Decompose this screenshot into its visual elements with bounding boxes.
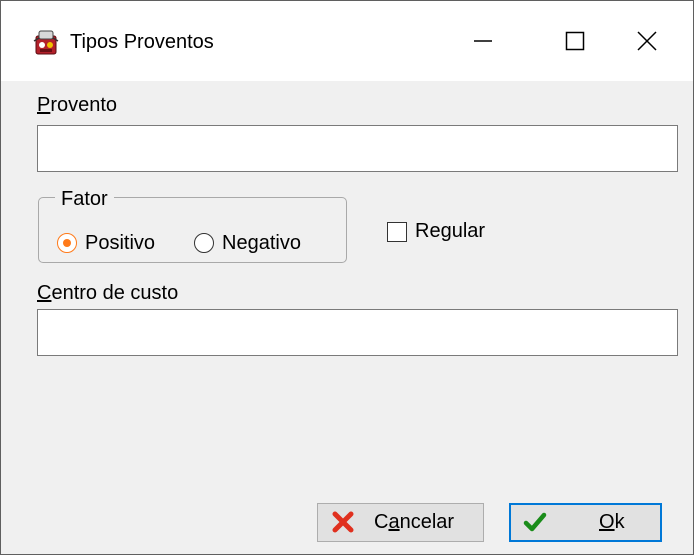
radio-positivo-button[interactable] bbox=[57, 233, 77, 253]
provento-input[interactable] bbox=[37, 125, 678, 172]
ok-button[interactable]: Ok bbox=[509, 503, 662, 542]
ok-label-b: k bbox=[614, 511, 625, 533]
centro-de-custo-label-text: entro de custo bbox=[51, 282, 179, 304]
ok-accesskey: O bbox=[599, 511, 615, 533]
dialog-window: Tipos Proventos Provento Fator Positivo … bbox=[0, 0, 694, 555]
provento-label-accesskey: P bbox=[37, 94, 51, 116]
check-icon bbox=[523, 512, 547, 532]
provento-label-text: rovento bbox=[50, 94, 118, 116]
radio-negativo-text-a: Ne bbox=[222, 232, 248, 254]
cancel-label-b: ncelar bbox=[399, 511, 455, 533]
cancel-button[interactable]: Cancelar bbox=[317, 503, 484, 542]
centro-de-custo-accesskey: C bbox=[37, 282, 52, 304]
x-icon bbox=[332, 511, 354, 533]
radio-negativo-text-b: ativo bbox=[258, 232, 301, 254]
radio-positivo-text: Positivo bbox=[85, 232, 156, 254]
radio-negativo-button[interactable] bbox=[194, 233, 214, 253]
close-icon bbox=[637, 31, 657, 51]
radio-negativo-accesskey: g bbox=[247, 232, 259, 254]
title-bar[interactable]: Tipos Proventos bbox=[1, 1, 693, 81]
radio-positivo-label[interactable]: Positivo bbox=[85, 231, 155, 255]
cancel-label-a: C bbox=[374, 511, 389, 533]
centro-de-custo-input[interactable] bbox=[37, 309, 678, 356]
provento-label: Provento bbox=[37, 93, 117, 117]
fator-group-title: Fator bbox=[55, 187, 114, 211]
minimize-icon bbox=[474, 40, 492, 42]
radio-selected-dot bbox=[63, 239, 71, 247]
radio-negativo-label[interactable]: Negativo bbox=[222, 231, 301, 255]
minimize-button[interactable] bbox=[437, 1, 529, 81]
cancel-button-label: Cancelar bbox=[374, 510, 454, 534]
ok-button-label: Ok bbox=[599, 510, 625, 534]
regular-checkbox[interactable] bbox=[387, 222, 407, 242]
window-title: Tipos Proventos bbox=[70, 31, 214, 53]
regular-label[interactable]: Regular bbox=[415, 219, 485, 243]
app-icon bbox=[33, 30, 59, 55]
cancel-accesskey: a bbox=[388, 511, 400, 533]
maximize-icon bbox=[565, 31, 585, 51]
close-button[interactable] bbox=[601, 1, 693, 81]
centro-de-custo-label: Centro de custo bbox=[37, 281, 178, 305]
